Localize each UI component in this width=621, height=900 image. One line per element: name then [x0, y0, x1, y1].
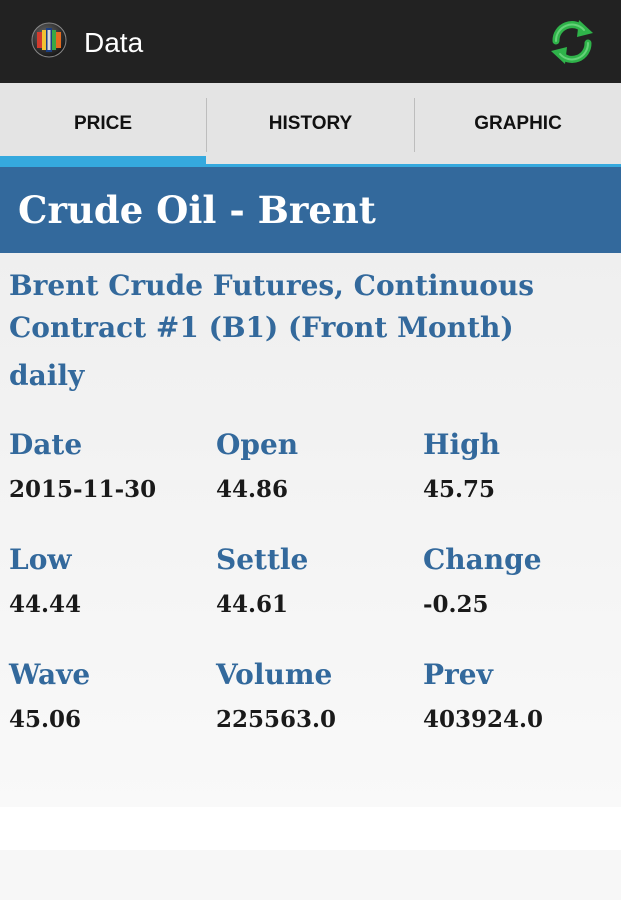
field-label: Change — [423, 543, 542, 576]
field-low: Low 44.44 — [9, 542, 209, 620]
field-value: 45.06 — [9, 706, 82, 733]
field-open: Open 44.86 — [216, 427, 416, 505]
field-high: High 45.75 — [423, 427, 621, 505]
field-value: 44.61 — [216, 591, 289, 618]
field-value: 225563.0 — [216, 706, 337, 733]
refresh-icon[interactable] — [546, 17, 598, 67]
field-value: 45.75 — [423, 476, 496, 503]
selected-tab-indicator — [0, 156, 206, 164]
field-label: Settle — [216, 543, 309, 576]
field-label: Open — [216, 428, 299, 461]
field-label: Date — [9, 428, 83, 461]
field-value: -0.25 — [423, 591, 489, 618]
instrument-header: Crude Oil - Brent — [0, 167, 621, 253]
instrument-name: Crude Oil - Brent — [18, 188, 376, 232]
app-title: Data — [84, 27, 144, 58]
instrument-description: Brent Crude Futures, Continuous Contract… — [9, 269, 535, 344]
field-wave: Wave 45.06 — [9, 657, 209, 735]
field-value: 44.86 — [216, 476, 289, 503]
field-settle: Settle 44.61 — [216, 542, 416, 620]
field-label: High — [423, 428, 501, 461]
field-volume: Volume 225563.0 — [216, 657, 416, 735]
field-value: 403924.0 — [423, 706, 544, 733]
tab-bar: PRICE HISTORY GRAPHIC — [0, 83, 621, 167]
field-label: Wave — [9, 658, 91, 691]
field-change: Change -0.25 — [423, 542, 621, 620]
field-value: 44.44 — [9, 591, 82, 618]
field-value: 2015-11-30 — [9, 476, 157, 503]
price-panel: Brent Crude Futures, Continuous Contract… — [0, 253, 621, 807]
tab-graphic[interactable]: GRAPHIC — [415, 83, 621, 164]
action-bar: Data — [0, 0, 621, 83]
field-prev: Prev 403924.0 — [423, 657, 621, 735]
tab-history[interactable]: HISTORY — [207, 83, 414, 164]
field-label: Volume — [216, 658, 333, 691]
field-date: Date 2015-11-30 — [9, 427, 209, 505]
data-frequency: daily — [9, 359, 85, 392]
app-logo-icon[interactable] — [31, 22, 67, 58]
field-label: Low — [9, 543, 72, 576]
footer-strip — [0, 850, 621, 900]
field-label: Prev — [423, 658, 493, 691]
tab-price[interactable]: PRICE — [0, 83, 206, 164]
